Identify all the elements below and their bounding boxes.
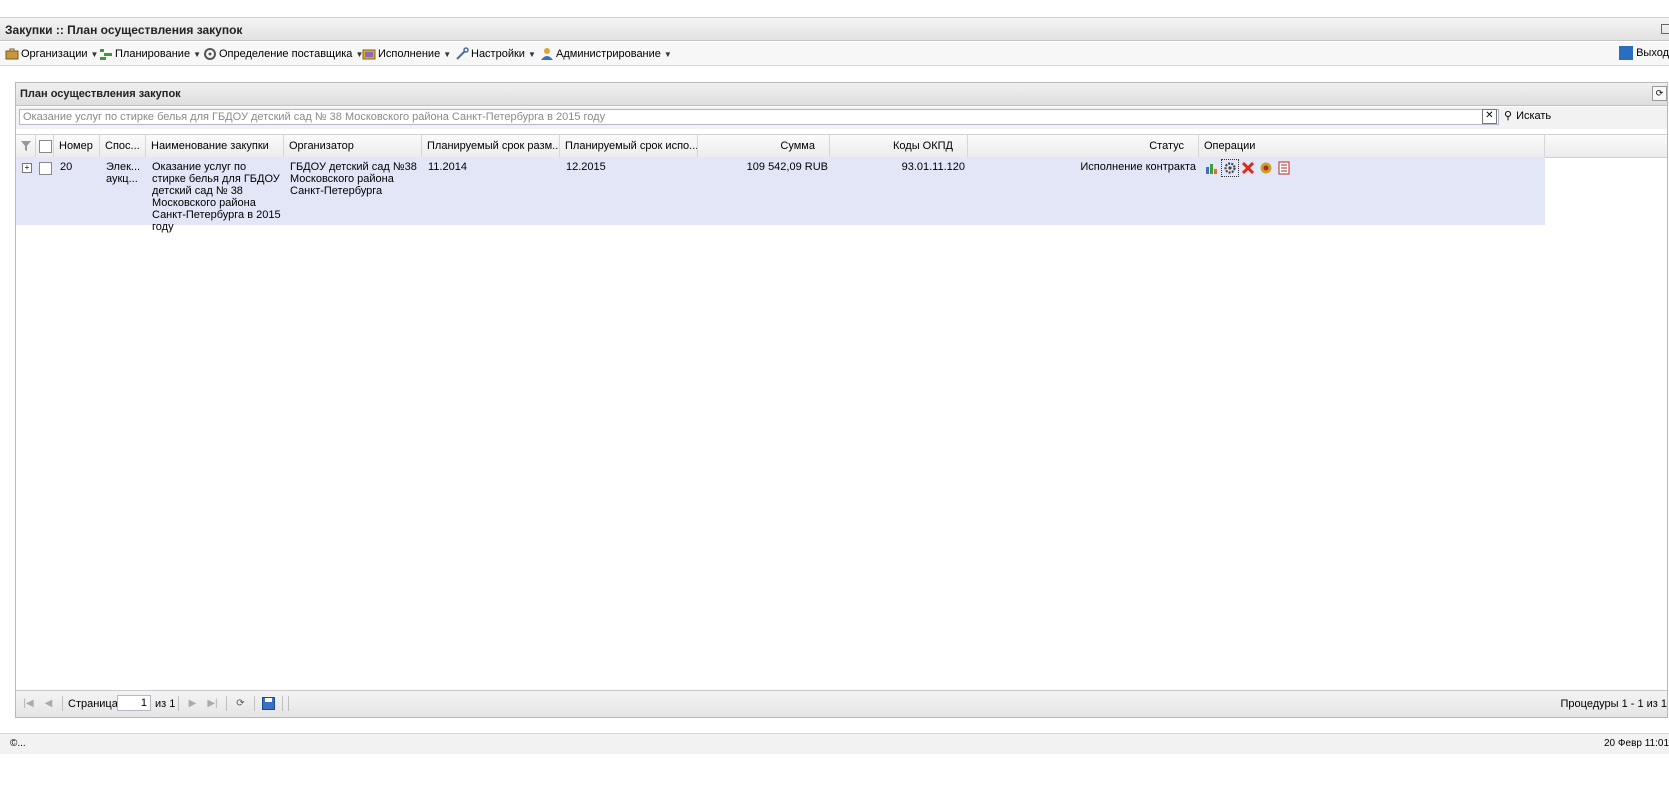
pager-separator bbox=[178, 696, 179, 711]
panel-header: План осуществления закупок ⟳ bbox=[16, 83, 1667, 106]
pager-separator bbox=[226, 696, 227, 711]
window-title-bar: Закупки :: План осуществления закупок bbox=[0, 17, 1669, 41]
filter-icon bbox=[21, 141, 31, 151]
exit-label: Выход bbox=[1636, 47, 1669, 59]
cell-organizer: ГБДОУ детский сад №38 Московского района… bbox=[290, 161, 417, 197]
pager-info: Процедуры 1 - 1 из 1 bbox=[1560, 698, 1668, 710]
filter-column[interactable] bbox=[16, 135, 36, 157]
column-status[interactable]: Статус bbox=[968, 135, 1199, 157]
next-page-icon[interactable]: ▶ bbox=[186, 697, 199, 710]
cell-name: Оказание услуг по стирке белья для ГБДОУ… bbox=[152, 161, 281, 233]
settings-icon[interactable] bbox=[1221, 159, 1239, 177]
search-row: ✕ ⚲ Искать bbox=[16, 107, 1667, 129]
refresh-icon[interactable]: ⟳ bbox=[234, 697, 247, 710]
chevron-down-icon: ▼ bbox=[90, 49, 99, 59]
gears-icon bbox=[204, 48, 216, 60]
table-row[interactable]: + 20 Элек... аукц... Оказание услуг по с… bbox=[16, 157, 1545, 233]
pager-separator bbox=[62, 696, 63, 711]
binoculars-icon: ⚲ bbox=[1504, 110, 1513, 122]
column-sum[interactable]: Сумма bbox=[698, 135, 830, 157]
menu-execution-label: Исполнение bbox=[378, 48, 441, 60]
exit-button[interactable]: Выход bbox=[1619, 46, 1669, 60]
plan-icon bbox=[100, 49, 112, 60]
panel-title: План осуществления закупок bbox=[20, 88, 181, 100]
pager-separator bbox=[254, 696, 255, 711]
window-title: Закупки :: План осуществления закупок bbox=[5, 23, 243, 37]
pager-separator bbox=[282, 696, 283, 711]
menu-settings-label: Настройки bbox=[471, 48, 525, 60]
menu-supplier-label: Определение поставщика bbox=[219, 48, 353, 60]
exit-icon bbox=[1619, 46, 1634, 60]
page-label: Страница bbox=[68, 698, 118, 710]
wrench-icon bbox=[456, 47, 469, 60]
cell-number: 20 bbox=[60, 161, 73, 173]
menu-admin-label: Администрирование bbox=[556, 48, 661, 60]
column-plan-exec[interactable]: Планируемый срок испо... bbox=[560, 135, 698, 157]
last-page-icon[interactable]: ▶| bbox=[206, 697, 219, 710]
clear-search-icon[interactable]: ✕ bbox=[1482, 109, 1497, 124]
expand-row-icon[interactable]: + bbox=[22, 163, 32, 173]
prev-page-icon[interactable]: ◀ bbox=[42, 697, 55, 710]
search-button[interactable]: ⚲ Искать bbox=[1504, 109, 1552, 123]
page-number-input[interactable] bbox=[117, 695, 151, 711]
restore-window-button[interactable] bbox=[1661, 24, 1669, 34]
status-bar: ©... 20 Февр 11:01 bbox=[0, 733, 1669, 754]
cell-plan-place: 11.2014 bbox=[428, 161, 467, 173]
row-operations bbox=[1204, 159, 1292, 177]
emblem-icon[interactable] bbox=[1258, 160, 1274, 176]
document-icon[interactable] bbox=[1276, 160, 1292, 176]
status-datetime: 20 Февр 11:01 bbox=[1604, 738, 1669, 749]
menu-supplier[interactable]: Определение поставщика ▼ bbox=[203, 46, 363, 62]
user-icon bbox=[541, 48, 553, 60]
cell-sum: 109 542,09 RUB bbox=[746, 161, 828, 173]
search-button-label: Искать bbox=[1516, 109, 1552, 122]
column-operations: Операции bbox=[1199, 135, 1545, 157]
main-menubar: Организации ▼ Планирование ▼ Определение п… bbox=[0, 42, 1669, 66]
select-all-checkbox-cell bbox=[36, 135, 54, 157]
menu-planning-label: Планирование bbox=[115, 48, 191, 60]
chevron-down-icon: ▼ bbox=[527, 49, 536, 59]
first-page-icon[interactable]: |◀ bbox=[22, 697, 35, 710]
procurement-plan-panel: План осуществления закупок ⟳ ✕ ⚲ Искать … bbox=[15, 82, 1668, 718]
menu-organizations[interactable]: Организации ▼ bbox=[5, 46, 98, 62]
column-number[interactable]: Номер bbox=[54, 135, 100, 157]
pager-separator bbox=[288, 696, 289, 711]
chevron-down-icon: ▼ bbox=[193, 49, 201, 59]
folders-icon bbox=[362, 49, 376, 60]
cell-method: Элек... аукц... bbox=[106, 161, 141, 185]
chevron-down-icon: ▼ bbox=[663, 49, 672, 59]
menu-planning[interactable]: Планирование ▼ bbox=[99, 46, 201, 62]
pagination-toolbar: |◀ ◀ Страница из 1 ▶ ▶| ⟳ Процедуры 1 - … bbox=[16, 690, 1667, 717]
column-organizer[interactable]: Организатор bbox=[284, 135, 422, 157]
menu-execution[interactable]: Исполнение ▼ bbox=[362, 46, 451, 62]
column-name[interactable]: Наименование закупки bbox=[146, 135, 284, 157]
menu-admin[interactable]: Администрирование ▼ bbox=[540, 46, 672, 62]
refresh-panel-icon[interactable]: ⟳ bbox=[1652, 86, 1667, 101]
column-plan-place[interactable]: Планируемый срок разм... bbox=[422, 135, 560, 157]
save-icon[interactable] bbox=[262, 697, 275, 710]
page-count: из 1 bbox=[155, 698, 176, 710]
search-input[interactable] bbox=[19, 109, 1499, 125]
menu-organizations-label: Организации bbox=[21, 48, 88, 60]
delete-icon[interactable] bbox=[1240, 160, 1256, 176]
briefcase-icon bbox=[5, 48, 19, 60]
grid-header: Номер Спос... Наименование закупки Орган… bbox=[16, 134, 1667, 158]
menu-settings[interactable]: Настройки ▼ bbox=[455, 46, 536, 62]
row-checkbox[interactable] bbox=[39, 162, 52, 175]
chevron-down-icon: ▼ bbox=[443, 49, 452, 59]
cell-status: Исполнение контракта bbox=[1080, 161, 1196, 173]
column-method[interactable]: Спос... bbox=[100, 135, 146, 157]
cell-plan-exec: 12.2015 bbox=[566, 161, 606, 173]
select-all-checkbox[interactable] bbox=[39, 139, 52, 153]
column-okpd[interactable]: Коды ОКПД bbox=[830, 135, 968, 157]
status-left: ©... bbox=[10, 738, 26, 749]
chart-icon[interactable] bbox=[1204, 160, 1220, 176]
cell-okpd: 93.01.11.120 bbox=[901, 161, 965, 173]
